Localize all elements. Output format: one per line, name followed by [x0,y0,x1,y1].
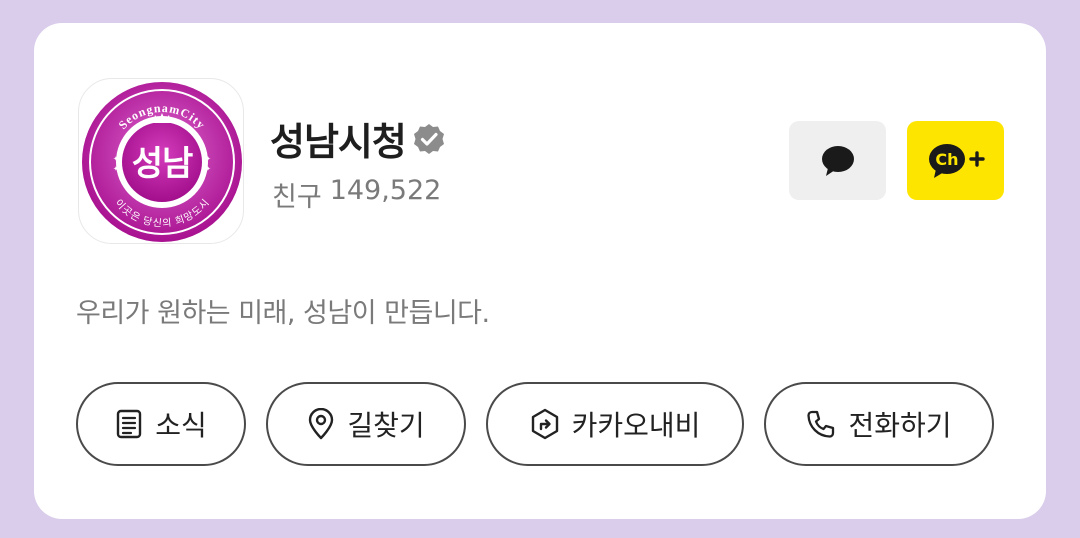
phone-icon [807,410,835,438]
svg-text:✦: ✦ [205,165,211,173]
channel-add-icon: Ch [928,143,985,178]
news-icon [117,409,142,439]
svg-text:✦: ✦ [205,155,211,163]
location-pin-icon [309,408,334,440]
kakao-navi-label: 카카오내비 [571,409,701,442]
add-channel-button[interactable]: Ch [907,121,1004,200]
friends-count: 149,522 [329,175,442,206]
channel-profile-card: SeongnamCity 이곳은 당신의 희망도시 ✦ ✦ ✦ ✦ 성남 성남시… [34,23,1046,519]
logo-main-text: 성남 [132,144,193,184]
chat-button[interactable] [789,121,886,200]
svg-text:✦: ✦ [113,165,119,173]
directions-label: 길찾기 [347,409,425,442]
friends-label: 친구 [272,182,322,213]
navigation-icon [531,408,558,440]
verified-badge-icon [413,123,444,154]
channel-description: 우리가 원하는 미래, 성남이 만듭니다. [76,298,490,329]
seongnam-city-seal-icon: SeongnamCity 이곳은 당신의 희망도시 ✦ ✦ ✦ ✦ 성남 [82,82,242,242]
directions-button[interactable]: 길찾기 [266,382,466,466]
svg-text:✦: ✦ [113,155,119,163]
action-buttons: 소식 길찾기 카카오내비 전화하기 [76,382,994,466]
channel-title-row: 성남시청 [270,111,446,166]
call-button[interactable]: 전화하기 [764,382,994,466]
call-label: 전화하기 [848,409,952,442]
channel-add-label: Ch [935,150,958,169]
channel-logo[interactable]: SeongnamCity 이곳은 당신의 희망도시 ✦ ✦ ✦ ✦ 성남 [78,78,244,244]
kakao-navi-button[interactable]: 카카오내비 [486,382,744,466]
friends-count-row: 친구 149,522 [272,175,441,214]
news-label: 소식 [155,409,207,442]
news-button[interactable]: 소식 [76,382,246,466]
channel-name: 성남시청 [270,120,407,164]
chat-bubble-icon [821,145,854,176]
